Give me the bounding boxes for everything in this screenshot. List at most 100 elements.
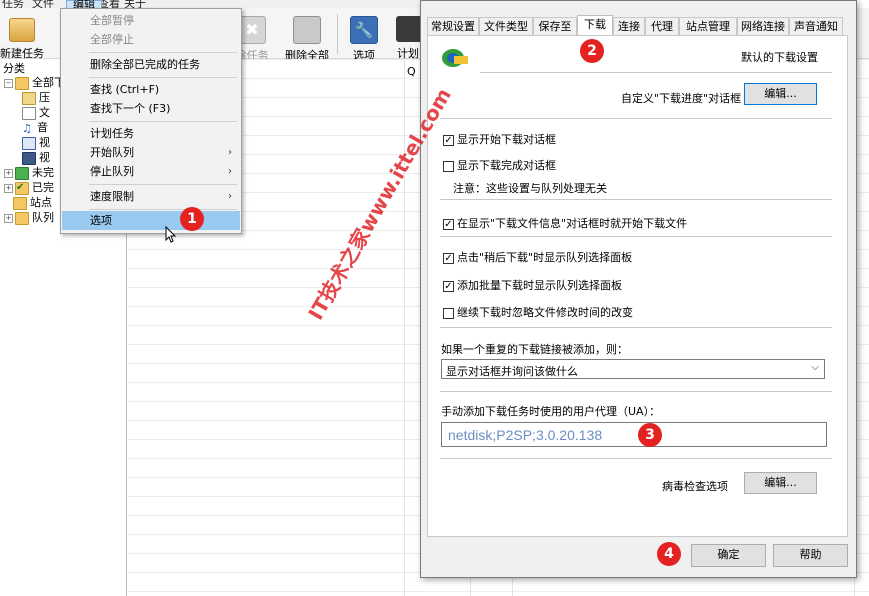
show-complete-dialog-row[interactable]: 显示下载完成对话框 (443, 157, 556, 173)
tree-item-music[interactable]: ♫ 音 (22, 119, 48, 135)
tree-item-finished[interactable]: + ✔ 已完 (4, 179, 54, 195)
show-start-dialog-row[interactable]: ✓ 显示开始下载对话框 (443, 131, 556, 147)
menu-item-stop-queue[interactable]: 停止队列 › (62, 162, 240, 181)
idm-logo-icon (442, 49, 468, 67)
queue-panel-batch-checkbox[interactable]: ✓ (443, 280, 454, 292)
menu-item-speed-limit[interactable]: 速度限制 › (62, 187, 240, 206)
menubar-item-file[interactable]: 文件 (32, 0, 54, 8)
options-dialog: 常规设置 文件类型 保存至 下载 连接 代理 站点管理 网络连接 声音通知 默认… (420, 0, 857, 578)
menu-separator (89, 184, 237, 185)
tab-download[interactable]: 下载 (577, 15, 613, 36)
section-separator (440, 199, 832, 200)
tab-connection[interactable]: 连接 (613, 17, 645, 35)
film-icon (22, 151, 36, 165)
expand-icon[interactable]: + (4, 168, 13, 178)
menu-item-find-next[interactable]: 查找下一个 (F3) (62, 99, 240, 118)
submenu-arrow-icon: › (228, 191, 232, 202)
menu-item-delete-completed[interactable]: 删除全部已完成的任务 (62, 55, 240, 74)
ok-button[interactable]: 确定 (691, 544, 766, 567)
wrench-icon: 🔧 (350, 16, 378, 44)
duplicate-action-select[interactable]: 显示对话框并询问该做什么 ⌵ (441, 359, 825, 379)
tab-general[interactable]: 常规设置 (427, 17, 479, 35)
new-task-button[interactable]: 新建任务 (0, 12, 44, 61)
annotation-badge-3: 3 (638, 423, 662, 447)
document-icon (22, 106, 36, 120)
options-button[interactable]: 🔧 选项 (346, 12, 382, 63)
ignore-modify-time-row[interactable]: 继续下载时忽略文件修改时间的改变 (443, 304, 633, 320)
tree-item-queues[interactable]: + 队列 (4, 209, 54, 225)
program-window-icon (22, 136, 36, 150)
start-download-on-info-checkbox[interactable]: ✓ (443, 218, 454, 230)
menu-item-stop-all[interactable]: 全部停止 (62, 30, 240, 49)
tab-file-types[interactable]: 文件类型 (479, 17, 533, 35)
delete-icon: ✖ (238, 16, 266, 44)
start-download-on-info-row[interactable]: ✓ 在显示"下载文件信息"对话框时就开始下载文件 (443, 215, 687, 231)
unfinished-icon (15, 166, 29, 180)
music-note-icon: ♫ (22, 121, 32, 135)
menu-item-find[interactable]: 查找 (Ctrl+F) (62, 80, 240, 99)
expand-icon[interactable]: + (4, 213, 13, 223)
download-settings-panel: 默认的下载设置 自定义"下载进度"对话框 编辑... ✓ 显示开始下载对话框 显示… (427, 35, 848, 537)
menu-item-scheduler[interactable]: 计划任务 (62, 124, 240, 143)
scheduler-button[interactable]: 计划 (396, 12, 420, 61)
help-button[interactable]: 帮助 (773, 544, 848, 567)
tree-item-compressed[interactable]: 压 (22, 89, 50, 105)
collapse-icon[interactable]: − (4, 78, 13, 88)
queue-panel-batch-row[interactable]: ✓ 添加批量下载时显示队列选择面板 (443, 277, 622, 293)
annotation-badge-2: 2 (580, 39, 604, 63)
section-separator (440, 118, 832, 119)
tab-network[interactable]: 网络连接 (737, 17, 789, 35)
user-agent-input[interactable]: netdisk;P2SP;3.0.20.138 (441, 422, 827, 447)
virus-check-edit-button[interactable]: 编辑... (744, 472, 817, 494)
show-complete-dialog-checkbox[interactable] (443, 160, 454, 172)
menu-separator (89, 52, 237, 53)
tab-proxy[interactable]: 代理 (645, 17, 679, 35)
annotation-badge-4: 4 (657, 542, 681, 566)
menubar-item-about[interactable]: 关于 (124, 0, 146, 8)
section-separator (440, 236, 832, 237)
menu-separator (89, 77, 237, 78)
folder-open-icon (15, 76, 29, 90)
edit-progress-dialog-button[interactable]: 编辑... (744, 83, 817, 105)
menu-item-start-queue[interactable]: 开始队列 › (62, 143, 240, 162)
tree-item-unfinished[interactable]: + 未完 (4, 164, 54, 180)
show-start-dialog-checkbox[interactable]: ✓ (443, 134, 454, 146)
queue-panel-later-checkbox[interactable]: ✓ (443, 252, 454, 264)
queue-panel-later-row[interactable]: ✓ 点击"稍后下载"时显示队列选择面板 (443, 249, 632, 265)
section-separator (440, 327, 832, 328)
menu-separator (89, 121, 237, 122)
checkmark-folder-icon: ✔ (15, 181, 29, 195)
column-header-q[interactable]: Q (407, 65, 416, 78)
tree-item-sites[interactable]: 站点 (13, 194, 52, 210)
section-separator (480, 72, 832, 73)
tree-item-programs[interactable]: 视 (22, 134, 50, 150)
tab-sound[interactable]: 声音通知 (789, 17, 843, 35)
recycle-bin-icon (293, 16, 321, 44)
virus-check-label: 病毒检查选项 (662, 480, 728, 493)
delete-all-button[interactable]: 删除全部 (283, 12, 331, 63)
toolbar-separator (337, 14, 338, 54)
queue-note: 注意：这些设置与队列处理无关 (453, 182, 607, 195)
submenu-arrow-icon: › (228, 166, 232, 177)
site-folder-icon (13, 196, 27, 210)
tab-save-to[interactable]: 保存至 (533, 17, 577, 35)
menubar-item-task[interactable]: 任务 (2, 0, 24, 8)
duplicate-link-label: 如果一个重复的下载链接被添加，则： (441, 343, 628, 356)
menu-separator (89, 209, 237, 210)
folder-icon (9, 18, 35, 42)
tree-item-video[interactable]: 视 (22, 149, 50, 165)
menu-item-pause-all[interactable]: 全部暂停 (62, 11, 240, 30)
submenu-arrow-icon: › (228, 147, 232, 158)
chevron-down-icon: ⌵ (811, 362, 819, 373)
customize-dialog-label: 自定义"下载进度"对话框 (621, 92, 742, 105)
ignore-modify-time-checkbox[interactable] (443, 307, 454, 319)
menu-bar: 任务 文件 查看 关于 (0, 0, 420, 8)
menu-item-options[interactable]: 选项 (62, 211, 240, 230)
expand-icon[interactable]: + (4, 183, 13, 193)
tree-item-documents[interactable]: 文 (22, 104, 50, 120)
edit-dropdown-menu: 全部暂停 全部停止 删除全部已完成的任务 查找 (Ctrl+F) 查找下一个 (… (60, 8, 242, 234)
zip-file-icon (22, 91, 36, 105)
tab-site-manager[interactable]: 站点管理 (679, 17, 737, 35)
tree-item-all[interactable]: − 全部下 (4, 74, 65, 90)
annotation-badge-1: 1 (180, 207, 204, 231)
